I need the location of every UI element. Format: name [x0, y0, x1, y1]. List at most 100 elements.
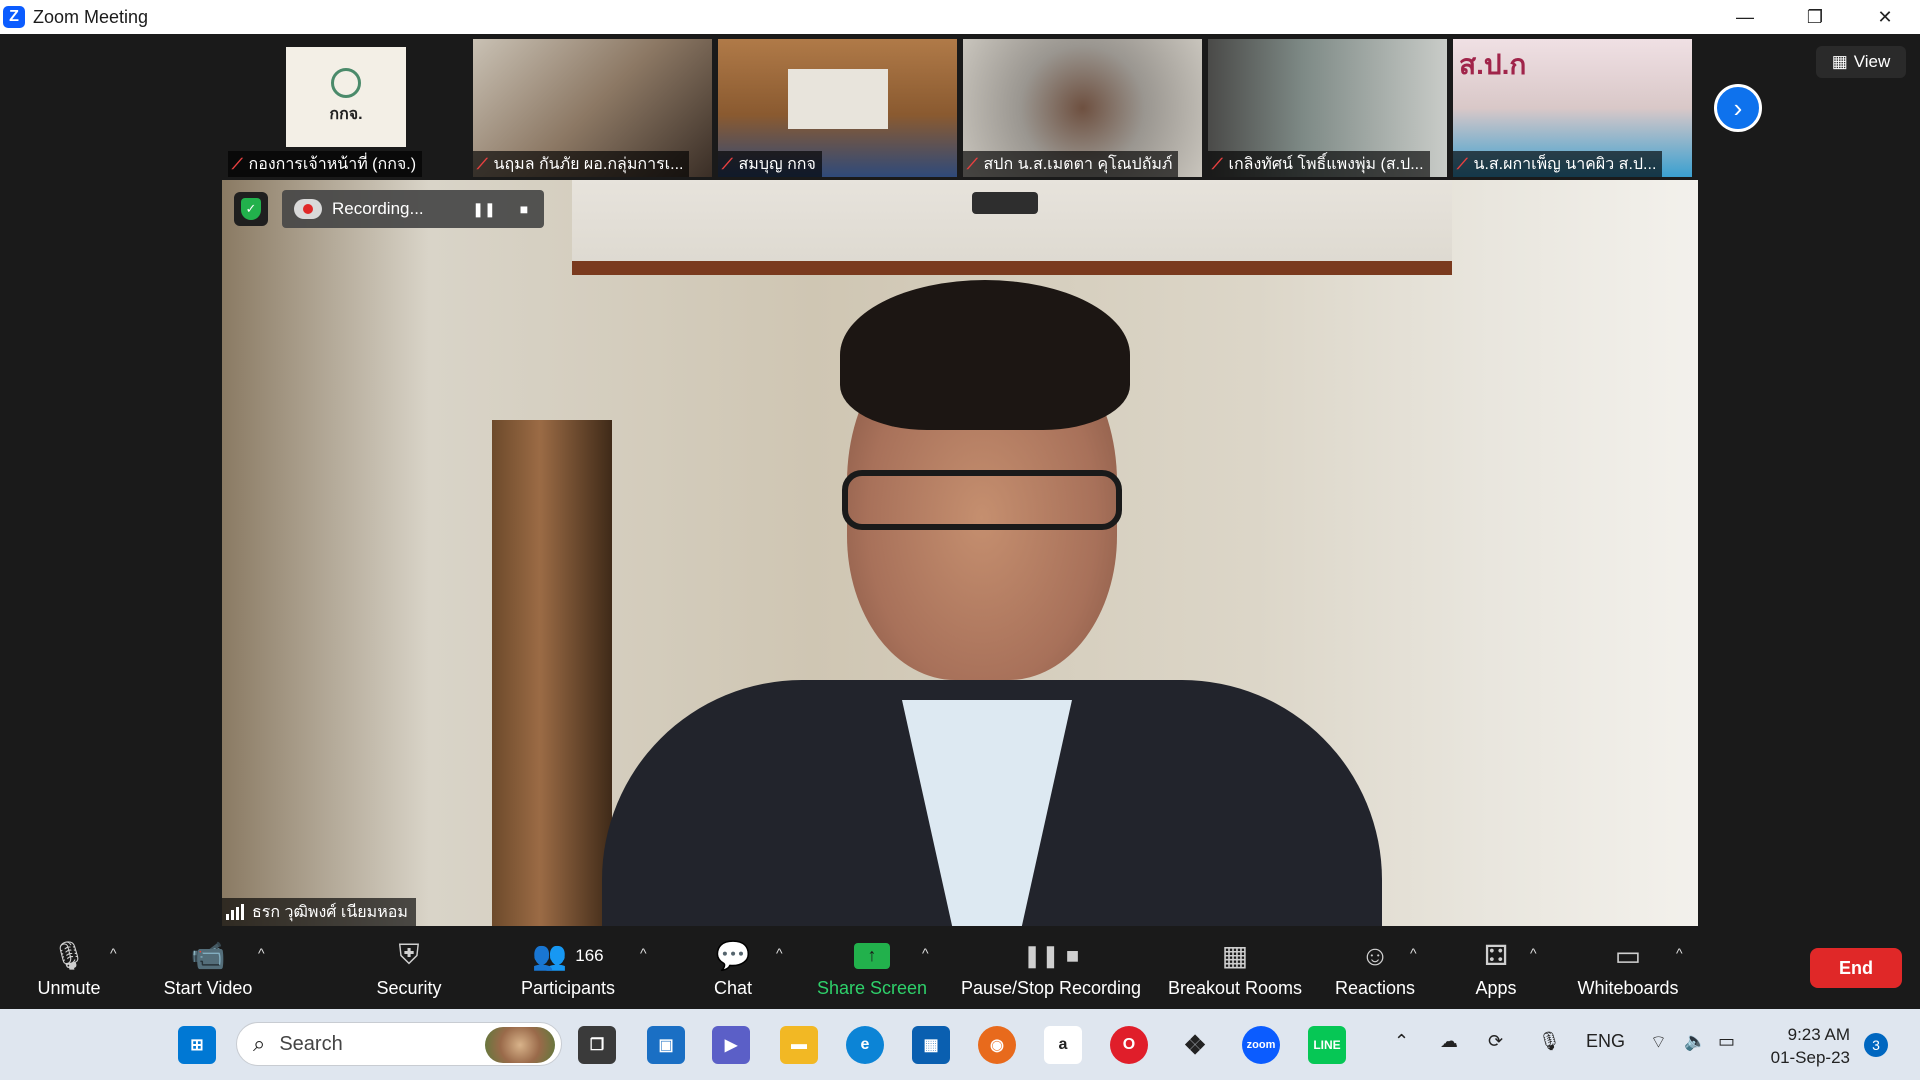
minimize-button[interactable]: —	[1710, 0, 1780, 34]
reactions-label: Reactions	[1334, 977, 1416, 998]
dropbox-icon[interactable]: ❖	[1176, 1026, 1214, 1064]
microphone-icon[interactable]: 🎙	[1538, 1031, 1561, 1052]
share-screen-label: Share Screen	[816, 977, 928, 998]
active-speaker-video: ✓ Recording... ❚❚ ■ ธรก วุฒิพงศ์ เนียมหอ…	[222, 180, 1698, 926]
org-logo: กกจ.	[286, 47, 406, 147]
apps-label: Apps	[1475, 977, 1517, 998]
view-button[interactable]: ▦ View	[1816, 46, 1906, 78]
cloud-recording-icon	[294, 199, 322, 219]
video-off-icon: 📹	[190, 940, 226, 971]
search-placeholder: Search	[279, 1032, 343, 1055]
windows-taskbar: ⊞ ⌕ Search ❐ ▣ ▶ ▬ e ▦ ◉ a O ❖ zoom LINE…	[0, 1009, 1920, 1080]
muted-mic-icon: ⟋	[1457, 155, 1468, 173]
next-page-button[interactable]: ›	[1714, 84, 1762, 132]
sync-icon[interactable]: ⟳	[1488, 1031, 1503, 1052]
chevron-right-icon: ›	[1733, 92, 1743, 123]
pause-recording-button[interactable]: ❚❚	[464, 201, 504, 218]
clock-time: 9:23 AM	[1787, 1025, 1850, 1044]
breakout-rooms-button[interactable]: ▦ Breakout Rooms	[1162, 927, 1308, 1009]
firefox-icon[interactable]: ◉	[978, 1026, 1016, 1064]
camera-device	[972, 192, 1038, 214]
participant-name: สมบุญ กกจ	[738, 155, 816, 173]
banner-text: ส.ป.ก	[1459, 49, 1527, 80]
grid-view-icon: ▦	[1831, 52, 1848, 71]
participant-name-tag: ⟋ เกลิงทัศน์ โพธิ์แพงพุ่ม (ส.ป...	[1208, 151, 1430, 177]
teams-chat-icon[interactable]: ▶	[712, 1026, 750, 1064]
speaker-name: ธรก วุฒิพงศ์ เนียมหอม	[252, 903, 408, 921]
participant-name-tag: ⟋ น.ส.ผกาเพ็ญ นาคผิว ส.ป...	[1453, 151, 1663, 177]
onedrive-icon[interactable]: ☁	[1440, 1031, 1458, 1052]
participant-tile[interactable]: กกจ. ⟋ กองการเจ้าหน้าที่ (กกจ.)	[228, 39, 467, 177]
muted-mic-icon: ⟋	[477, 155, 488, 173]
share-options-caret[interactable]: ^	[922, 945, 929, 961]
zoom-taskbar-icon[interactable]: zoom	[1242, 1026, 1280, 1064]
close-button[interactable]: ✕	[1850, 0, 1920, 34]
file-explorer-icon[interactable]: ▬	[780, 1026, 818, 1064]
chat-label: Chat	[713, 977, 753, 998]
chat-button[interactable]: 💬 Chat	[694, 927, 772, 1009]
microsoft-store-icon[interactable]: ▦	[912, 1026, 950, 1064]
unmute-button[interactable]: 🎙 Unmute	[24, 927, 114, 1009]
end-meeting-button[interactable]: End	[1810, 948, 1902, 988]
whiteboard-icon: ▭	[1614, 940, 1642, 971]
speaker-glasses	[842, 470, 1122, 530]
widgets-icon[interactable]: ▣	[647, 1026, 685, 1064]
whiteboards-button[interactable]: ▭ Whiteboards	[1570, 927, 1686, 1009]
notification-badge[interactable]: 3	[1864, 1033, 1888, 1057]
participant-tile[interactable]: ⟋ สมบุญ กกจ	[718, 39, 957, 177]
muted-mic-icon: ⟋	[967, 155, 978, 173]
participant-name-tag: ⟋ สปก น.ส.เมตตา คุโณปถัมภ์	[963, 151, 1179, 177]
participant-tile[interactable]: ⟋ นฤมล กันภัย ผอ.กลุ่มการเ...	[473, 39, 712, 177]
pause-stop-recording-label: Pause/Stop Recording	[960, 977, 1142, 998]
edge-browser-icon[interactable]: e	[846, 1026, 884, 1064]
muted-mic-icon: ⟋	[722, 155, 733, 173]
pause-stop-recording-button[interactable]: ❚❚ ■ Pause/Stop Recording	[956, 927, 1146, 1009]
speaker-name-tag: ธรก วุฒิพงศ์ เนียมหอม	[222, 898, 416, 926]
apps-options-caret[interactable]: ^	[1530, 945, 1537, 961]
audio-options-caret[interactable]: ^	[110, 945, 117, 961]
participant-name: สปก น.ส.เมตตา คุโณปถัมภ์	[983, 155, 1173, 173]
participant-name-tag: ⟋ สมบุญ กกจ	[718, 151, 822, 177]
task-view-icon[interactable]: ❐	[578, 1026, 616, 1064]
participants-icon: 👥 166	[532, 940, 604, 971]
participant-tile[interactable]: ⟋ สปก น.ส.เมตตา คุโณปถัมภ์	[963, 39, 1202, 177]
stop-recording-button[interactable]: ■	[504, 201, 544, 217]
line-app-icon[interactable]: LINE	[1308, 1026, 1346, 1064]
window-title: Zoom Meeting	[33, 6, 149, 27]
whiteboards-options-caret[interactable]: ^	[1676, 945, 1683, 961]
participants-button[interactable]: 👥 166 Participants	[510, 927, 626, 1009]
share-screen-button[interactable]: ↑ Share Screen	[814, 927, 930, 1009]
start-video-button[interactable]: 📹 Start Video	[150, 927, 266, 1009]
wifi-icon[interactable]: ⌔	[1650, 1031, 1667, 1054]
volume-icon[interactable]: 🔈	[1684, 1031, 1706, 1052]
taskbar-clock[interactable]: 9:23 AM 01-Sep-23	[1762, 1023, 1850, 1069]
amazon-icon[interactable]: a	[1044, 1026, 1082, 1064]
language-indicator[interactable]: ENG	[1586, 1031, 1625, 1052]
reactions-options-caret[interactable]: ^	[1410, 945, 1417, 961]
chat-options-caret[interactable]: ^	[776, 945, 783, 961]
taskbar-search[interactable]: ⌕ Search	[236, 1022, 562, 1066]
search-highlight-image	[485, 1027, 555, 1063]
security-button[interactable]: ⛨ Security	[366, 927, 452, 1009]
video-options-caret[interactable]: ^	[258, 945, 265, 961]
show-hidden-icons-icon[interactable]: ⌃	[1394, 1031, 1409, 1052]
opera-icon[interactable]: O	[1110, 1026, 1148, 1064]
participant-tile[interactable]: ⟋ เกลิงทัศน์ โพธิ์แพงพุ่ม (ส.ป...	[1208, 39, 1447, 177]
participants-options-caret[interactable]: ^	[640, 945, 647, 961]
window-controls: — ❐ ✕	[1710, 0, 1920, 34]
restore-button[interactable]: ❐	[1780, 0, 1850, 34]
recording-label: Recording...	[332, 199, 424, 218]
reactions-button[interactable]: ☺ Reactions	[1330, 927, 1420, 1009]
share-screen-icon: ↑	[854, 938, 890, 974]
windows-start-icon[interactable]: ⊞	[178, 1026, 216, 1064]
view-label: View	[1853, 52, 1891, 71]
participant-name: เกลิงทัศน์ โพธิ์แพงพุ่ม (ส.ป...	[1228, 155, 1424, 173]
muted-mic-icon: ⟋	[232, 155, 243, 173]
apps-button[interactable]: ⚃ Apps	[1466, 927, 1526, 1009]
muted-microphone-icon: 🎙	[51, 940, 87, 971]
battery-icon[interactable]: ▭	[1718, 1031, 1735, 1052]
chat-bubble-icon: 💬	[715, 940, 751, 971]
participant-tile[interactable]: ส.ป.ก ⟋ น.ส.ผกาเพ็ญ นาคผิว ส.ป...	[1453, 39, 1692, 177]
encryption-badge[interactable]: ✓	[234, 192, 268, 226]
clock-date: 01-Sep-23	[1770, 1048, 1850, 1067]
